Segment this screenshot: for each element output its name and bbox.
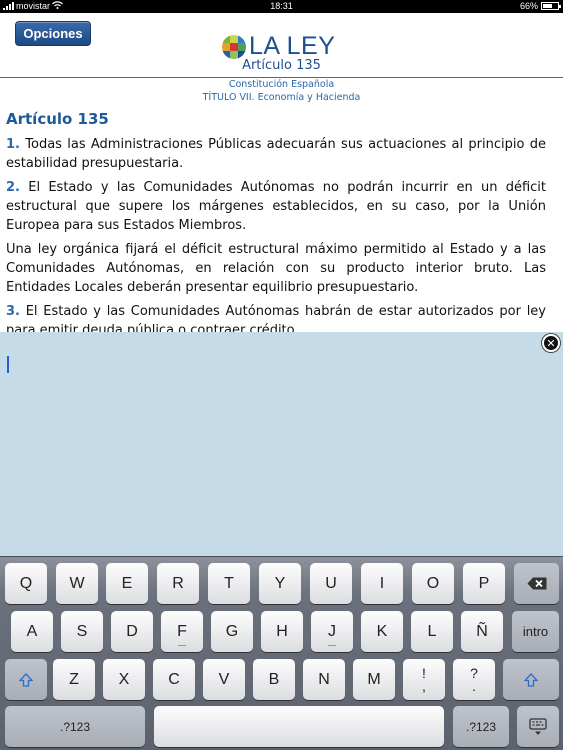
- options-button[interactable]: Opciones: [15, 21, 91, 46]
- law-name: Constitución Española: [228, 79, 335, 90]
- numbers-key-right[interactable]: .?123: [453, 706, 509, 747]
- status-right: 66%: [519, 1, 561, 11]
- key-l[interactable]: L: [411, 611, 453, 652]
- key-d[interactable]: D: [111, 611, 153, 652]
- status-bar: movistar 18:31 66%: [0, 0, 563, 13]
- key-p[interactable]: P: [463, 563, 505, 604]
- key-bottom-char: ,: [422, 677, 426, 694]
- logo-text: LA LEY: [249, 32, 336, 60]
- key-i[interactable]: I: [361, 563, 403, 604]
- key-h[interactable]: H: [261, 611, 303, 652]
- key-g[interactable]: G: [211, 611, 253, 652]
- key-u[interactable]: U: [310, 563, 352, 604]
- app-screen: movistar 18:31 66% Opciones LA LEY Artíc…: [0, 0, 563, 750]
- key-m[interactable]: M: [353, 659, 395, 700]
- paragraph-text: Una ley orgánica fijará el déficit estru…: [6, 242, 546, 295]
- shift-key-left[interactable]: [5, 659, 47, 700]
- key-w[interactable]: W: [56, 563, 98, 604]
- key-j[interactable]: J: [311, 611, 353, 652]
- paragraph: Una ley orgánica fijará el déficit estru…: [6, 240, 546, 297]
- paragraph-text: El Estado y las Comunidades Autónomas no…: [6, 180, 546, 233]
- logo-mark-icon: [222, 34, 246, 59]
- key-e[interactable]: E: [106, 563, 148, 604]
- key-c[interactable]: C: [153, 659, 195, 700]
- battery-icon: [541, 2, 561, 10]
- key-t[interactable]: T: [208, 563, 250, 604]
- key-f-label: F: [177, 622, 187, 640]
- article-content: Artículo 135 1. Todas las Administracion…: [6, 110, 546, 332]
- paragraph: 2. El Estado y las Comunidades Autónomas…: [6, 178, 546, 235]
- paragraph-number: 2.: [6, 180, 20, 195]
- key-o[interactable]: O: [412, 563, 454, 604]
- keyboard-hide-icon: [529, 717, 547, 735]
- paragraph-text: El Estado y las Comunidades Autónomas ha…: [6, 304, 546, 332]
- return-key[interactable]: intro: [512, 611, 559, 652]
- key-j-label: J: [328, 622, 336, 640]
- key-z[interactable]: Z: [53, 659, 95, 700]
- key-exclaim-comma[interactable]: !,: [403, 659, 445, 700]
- space-bar[interactable]: [154, 706, 444, 747]
- key-x[interactable]: X: [103, 659, 145, 700]
- key-s[interactable]: S: [61, 611, 103, 652]
- shift-icon: [524, 672, 538, 687]
- close-icon[interactable]: ✕: [542, 334, 560, 352]
- key-n[interactable]: N: [303, 659, 345, 700]
- backspace-key[interactable]: [514, 563, 559, 604]
- key-a[interactable]: A: [11, 611, 53, 652]
- header-article-label: Artículo 135: [242, 58, 321, 73]
- key-v[interactable]: V: [203, 659, 245, 700]
- title-section: TÍTULO VII. Economía y Hacienda: [202, 92, 361, 103]
- key-question-period[interactable]: ?.: [453, 659, 495, 700]
- shift-key-right[interactable]: [503, 659, 559, 700]
- paragraph: 1. Todas las Administraciones Públicas a…: [6, 135, 546, 173]
- key-k[interactable]: K: [361, 611, 403, 652]
- header: Opciones LA LEY Artículo 135: [0, 13, 563, 78]
- home-row-marker: [178, 645, 186, 646]
- key-r[interactable]: R: [157, 563, 199, 604]
- paragraph: 3. El Estado y las Comunidades Autónomas…: [6, 302, 546, 332]
- note-panel[interactable]: ✕: [0, 332, 563, 556]
- logo: LA LEY: [222, 32, 335, 61]
- key-bottom-char: .: [472, 677, 476, 694]
- paragraph-number: 1.: [6, 137, 20, 152]
- battery-fill: [543, 4, 552, 8]
- backspace-icon: [527, 577, 546, 590]
- key-q[interactable]: Q: [5, 563, 47, 604]
- shift-icon: [19, 672, 33, 687]
- article-title: Artículo 135: [6, 110, 109, 128]
- numbers-key-left[interactable]: .?123: [5, 706, 145, 747]
- keyboard: Q W E R T Y U I O P A S D F G H J K L Ñ …: [0, 556, 563, 750]
- text-cursor: [7, 356, 9, 373]
- key-f[interactable]: F: [161, 611, 203, 652]
- key-y[interactable]: Y: [259, 563, 301, 604]
- battery-percent: 66%: [519, 1, 538, 11]
- hide-keyboard-key[interactable]: [517, 706, 559, 747]
- status-time: 18:31: [270, 1, 293, 11]
- home-row-marker: [328, 645, 336, 646]
- paragraph-number: 3.: [6, 304, 20, 319]
- paragraph-text: Todas las Administraciones Públicas adec…: [6, 137, 546, 171]
- key-n-tilde[interactable]: Ñ: [461, 611, 503, 652]
- key-b[interactable]: B: [253, 659, 295, 700]
